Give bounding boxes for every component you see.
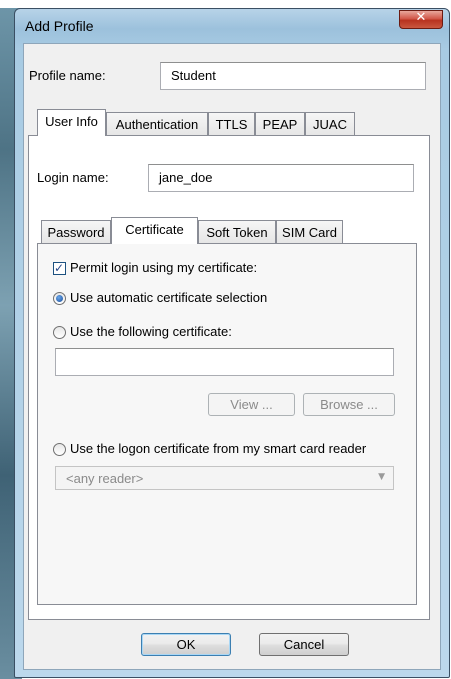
cancel-button[interactable]: Cancel [259, 633, 349, 656]
radio-automatic-selection[interactable] [53, 292, 66, 305]
title-bar[interactable]: Add Profile ✕ [15, 9, 449, 43]
tab-sim-card[interactable]: SIM Card [276, 220, 343, 244]
automatic-selection-label: Use automatic certificate selection [70, 290, 268, 305]
tab-authentication[interactable]: Authentication [106, 112, 208, 136]
view-button[interactable]: View ... [208, 393, 295, 416]
profile-name-label: Profile name: [29, 68, 106, 83]
radio-smart-card-reader[interactable] [53, 443, 66, 456]
radio-selected-icon [56, 295, 63, 302]
following-certificate-label: Use the following certificate: [70, 324, 232, 339]
profile-name-input[interactable]: Student [160, 62, 426, 90]
reader-select[interactable]: <any reader> ▼ [55, 466, 394, 490]
tab-soft-token[interactable]: Soft Token [198, 220, 276, 244]
login-name-input[interactable]: jane_doe [148, 164, 414, 192]
tab-password[interactable]: Password [41, 220, 111, 244]
radio-following-certificate[interactable] [53, 326, 66, 339]
dropdown-arrow-icon: ▼ [378, 472, 385, 482]
tab-user-info[interactable]: User Info [37, 109, 106, 136]
browse-button[interactable]: Browse ... [303, 393, 395, 416]
dialog-client-area: Profile name: Student User Info Authenti… [23, 43, 441, 670]
close-button[interactable]: ✕ [399, 10, 443, 29]
reader-select-value: <any reader> [66, 471, 144, 486]
tab-ttls[interactable]: TTLS [208, 112, 255, 136]
permit-login-checkbox[interactable]: ✓ [53, 261, 66, 275]
background-top [0, 0, 451, 8]
close-icon: ✕ [415, 10, 427, 25]
permit-login-label: Permit login using my certificate: [70, 260, 258, 275]
user-info-panel: Login name: jane_doe Password Certificat… [28, 135, 430, 620]
certificate-input[interactable] [55, 348, 394, 376]
smart-card-label: Use the logon certificate from my smart … [70, 441, 367, 456]
checkmark-icon: ✓ [54, 261, 65, 275]
tab-peap[interactable]: PEAP [255, 112, 305, 136]
tab-juac[interactable]: JUAC [305, 112, 355, 136]
ok-button[interactable]: OK [141, 633, 231, 656]
window-title: Add Profile [25, 18, 94, 34]
login-name-label: Login name: [37, 170, 109, 185]
add-profile-dialog: Add Profile ✕ Profile name: Student User… [14, 8, 450, 678]
certificate-panel: ✓ Permit login using my certificate: Use… [37, 243, 417, 605]
tab-certificate[interactable]: Certificate [111, 217, 198, 244]
